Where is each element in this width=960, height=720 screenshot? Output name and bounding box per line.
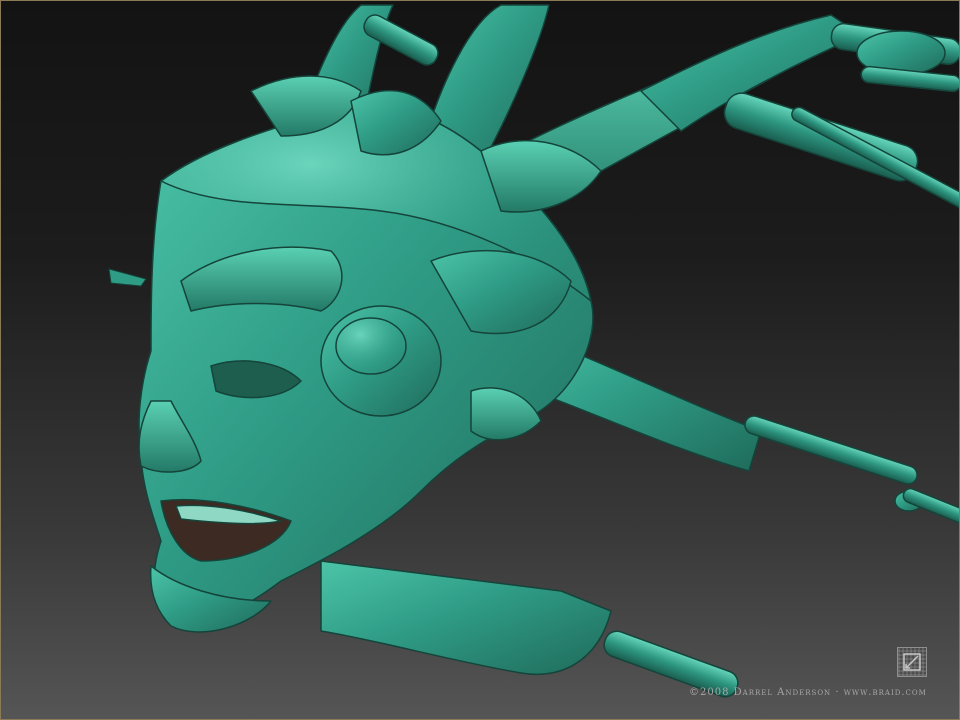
small-spike [108,268,147,287]
copyright-credit: ©2008 Darrel Anderson · www.braid.com [689,687,927,698]
creature-head [138,75,602,633]
image-viewport: ©2008 Darrel Anderson · www.braid.com [0,0,960,720]
braid-logo-icon [897,647,927,677]
creature-sculpture-render [108,4,959,698]
